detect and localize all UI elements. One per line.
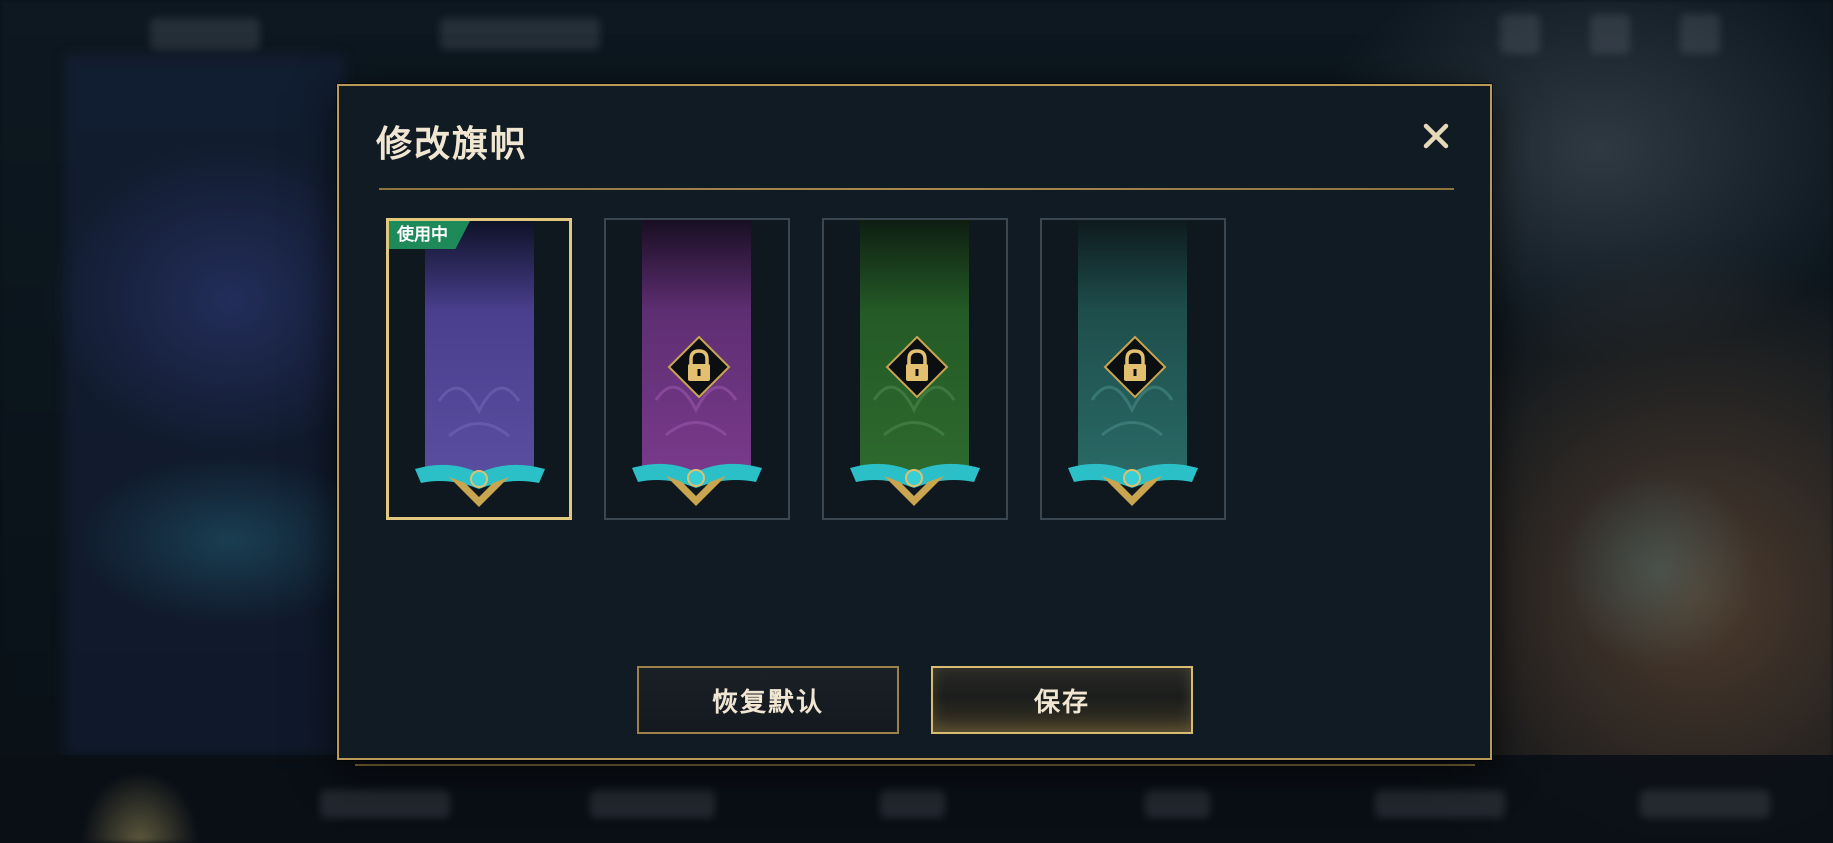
background-active-tab-glow [80,770,200,843]
background-nav-item [1640,790,1770,818]
background-nav-item [320,790,450,818]
background-nav-item [590,790,715,818]
dialog-title: 修改旗帜 [376,124,529,165]
background-nav-item [1375,790,1505,818]
close-icon [1423,123,1449,149]
background-header-text [150,18,260,50]
lock-icon [667,335,731,399]
lock-icon [885,335,949,399]
banner-option-teal[interactable] [1040,218,1226,520]
close-button[interactable] [1420,120,1452,152]
banner-option-magenta[interactable] [604,218,790,520]
banner-option-purple[interactable]: 使用中 [386,218,572,520]
purple-banner-art [389,221,569,517]
title-divider [379,188,1454,190]
change-banner-dialog: 修改旗帜 使用中 恢复默认 保存 [337,84,1492,760]
save-button[interactable]: 保存 [931,666,1193,734]
background-nav-item [880,790,945,818]
background-profile-panel [65,55,345,755]
banner-option-green[interactable] [822,218,1008,520]
lock-icon [1103,335,1167,399]
reset-default-button[interactable]: 恢复默认 [637,666,899,734]
background-nav-item [1145,790,1210,818]
dialog-shadow-edge [355,760,1475,766]
background-header-icon [1590,14,1630,54]
background-header-text [440,18,600,50]
background-header-icon [1500,14,1540,54]
background-header-icon [1680,14,1720,54]
